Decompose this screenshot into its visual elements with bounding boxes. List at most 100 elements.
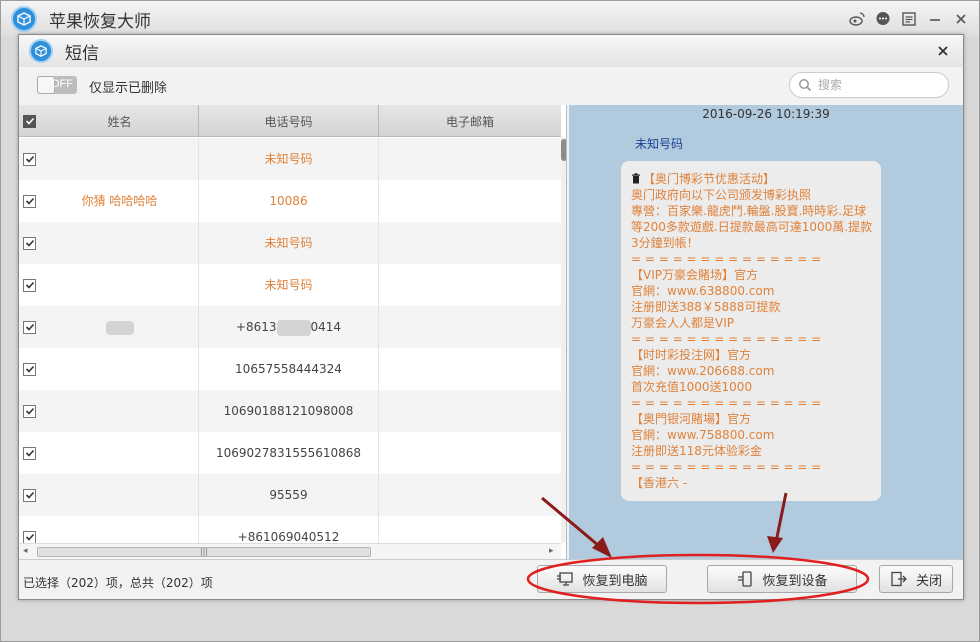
vertical-scroll-thumb[interactable] (561, 139, 566, 161)
computer-icon (557, 572, 574, 586)
message-line: ￼【时时彩投注网】官方 (631, 348, 752, 362)
close-icon[interactable] (951, 9, 971, 29)
table-row[interactable]: 10657558444324 (19, 348, 561, 390)
dialog-logo-icon (29, 39, 53, 63)
message-sender: 未知号码 (635, 137, 684, 151)
message-line: ￼奥门政府向以下公司颁发博彩执照 (631, 188, 812, 202)
message-line: ￼注册即送388￥5888可提款 (631, 300, 781, 314)
row-email (379, 306, 561, 348)
message-line: = = = = = = = = = = = = = = (631, 332, 822, 346)
row-checkbox[interactable] (23, 278, 36, 292)
row-email (379, 222, 561, 264)
row-email (379, 264, 561, 306)
column-header-email[interactable]: 电子邮箱 (379, 105, 561, 137)
minimize-icon[interactable] (925, 9, 945, 29)
dialog-title: 短信 (65, 43, 99, 64)
row-email (379, 474, 561, 516)
row-checkbox[interactable] (23, 152, 36, 166)
app-titlebar: 苹果恢复大师 (1, 1, 979, 37)
scroll-right-icon[interactable]: ▸ (549, 546, 554, 556)
row-name: 你猜 ￼哈哈哈哈 (41, 180, 199, 222)
dialog-close-icon[interactable] (933, 41, 953, 61)
row-phone-blurred: +8613 0414 (199, 306, 379, 348)
search-input[interactable] (818, 77, 938, 93)
message-line: ￼【奥门博彩节优惠活动】￼ (631, 171, 873, 187)
message-line: ￼專營：百家樂.龍虎鬥.輪盤.股寶.時時彩.足球等200多款遊戲.日提款最高可達… (631, 204, 873, 250)
sms-dialog: 短信 OFF 仅显示已删除 姓名 电话号码 电子邮箱 (18, 34, 964, 600)
exit-icon (891, 571, 907, 587)
toolbar: OFF 仅显示已删除 (19, 67, 963, 105)
row-name (41, 390, 199, 432)
select-all-checkbox[interactable] (23, 114, 36, 128)
column-header-name[interactable]: 姓名 (41, 105, 199, 137)
message-line: ￼万豪会人人都是VIP (631, 316, 734, 330)
message-line: ￼官網：www.206688.com (631, 364, 775, 378)
row-email (379, 180, 561, 222)
app-logo-icon (11, 6, 37, 32)
contact-list-panel: 姓名 电话号码 电子邮箱 未知号码 你猜 ￼哈哈哈哈 10086 未知号码 未知… (19, 105, 567, 559)
toggle-label: 仅显示已删除 (89, 81, 168, 96)
weibo-icon[interactable] (847, 9, 867, 29)
phone-icon (738, 571, 753, 587)
message-line: ￼官網：www.758800.com (631, 428, 775, 442)
restore-to-pc-button[interactable]: 恢复到电脑 (537, 565, 667, 593)
message-line: ￼官網：www.638800.com (631, 284, 775, 298)
table-row[interactable]: 未知号码 (19, 264, 561, 306)
selection-status: 已选择（202）项，总共（202）项 (23, 576, 213, 590)
message-line: ￼【奥門银河賭場】官方 (631, 412, 752, 426)
horizontal-scrollbar[interactable]: ◂ ||| ▸ (19, 543, 561, 559)
row-phone: 未知号码 (199, 138, 379, 180)
table-row[interactable]: 你猜 ￼哈哈哈哈 10086 (19, 180, 561, 222)
window-controls (847, 9, 971, 29)
message-bubble: ￼【奥门博彩节优惠活动】￼ ￼奥门政府向以下公司颁发博彩执照 ￼專營：百家樂.龍… (621, 161, 881, 501)
menu-icon[interactable] (899, 9, 919, 29)
deleted-only-toggle[interactable]: OFF (37, 76, 77, 94)
search-icon (799, 79, 812, 92)
table-header: 姓名 电话号码 电子邮箱 (19, 105, 561, 137)
row-checkbox[interactable] (23, 404, 36, 418)
search-box[interactable] (789, 72, 949, 98)
row-phone: 10657558444324 (199, 348, 379, 390)
message-line: ￼【香港六 - (631, 476, 688, 490)
table-row[interactable]: 10690188121098008 (19, 390, 561, 432)
message-line: = = = = = = = = = = = = = = (631, 396, 822, 410)
close-button[interactable]: 关闭 (879, 565, 953, 593)
row-name (41, 222, 199, 264)
table-row[interactable]: 未知号码 (19, 222, 561, 264)
message-panel: 2016-09-26 10:19:39 未知号码 ￼【奥门博彩节优惠活动】￼ ￼… (569, 105, 963, 559)
dialog-footer: 已选择（202）项，总共（202）项 恢复到电脑 恢复到设备 关闭 (19, 559, 963, 599)
restore-to-device-button[interactable]: 恢复到设备 (707, 565, 857, 593)
row-name (41, 348, 199, 390)
row-checkbox[interactable] (23, 488, 36, 502)
header-select-all[interactable] (19, 105, 41, 137)
toggle-state-text: OFF (51, 78, 73, 90)
column-header-phone[interactable]: 电话号码 (199, 105, 379, 137)
horizontal-scroll-thumb[interactable]: ||| (37, 547, 371, 557)
row-email (379, 348, 561, 390)
row-name (41, 474, 199, 516)
scroll-left-icon[interactable]: ◂ (23, 546, 28, 556)
message-line: = = = = = = = = = = = = = = (631, 460, 822, 474)
table-row[interactable]: 95559 (19, 474, 561, 516)
table-row[interactable]: +8613 0414 (19, 306, 561, 348)
row-phone: 95559 (199, 474, 379, 516)
row-name (41, 264, 199, 306)
row-checkbox[interactable] (23, 446, 36, 460)
message-timestamp: 2016-09-26 10:19:39 (702, 107, 830, 121)
vertical-scrollbar[interactable] (561, 137, 566, 543)
row-phone: 未知号码 (199, 264, 379, 306)
row-checkbox[interactable] (23, 362, 36, 376)
table-body: 未知号码 你猜 ￼哈哈哈哈 10086 未知号码 未知号码 +8613 0414… (19, 138, 561, 558)
row-email (379, 432, 561, 474)
chat-icon[interactable] (873, 9, 893, 29)
row-checkbox[interactable] (23, 530, 36, 544)
table-row[interactable]: 未知号码 (19, 138, 561, 180)
row-email (379, 138, 561, 180)
row-checkbox[interactable] (23, 194, 36, 208)
row-checkbox[interactable] (23, 320, 36, 334)
dialog-titlebar: 短信 (19, 35, 963, 67)
row-checkbox[interactable] (23, 236, 36, 250)
message-line: = = = = = = = = = = = = = = (631, 252, 822, 266)
row-name (41, 138, 199, 180)
table-row[interactable]: 1069027831555610868 (19, 432, 561, 474)
